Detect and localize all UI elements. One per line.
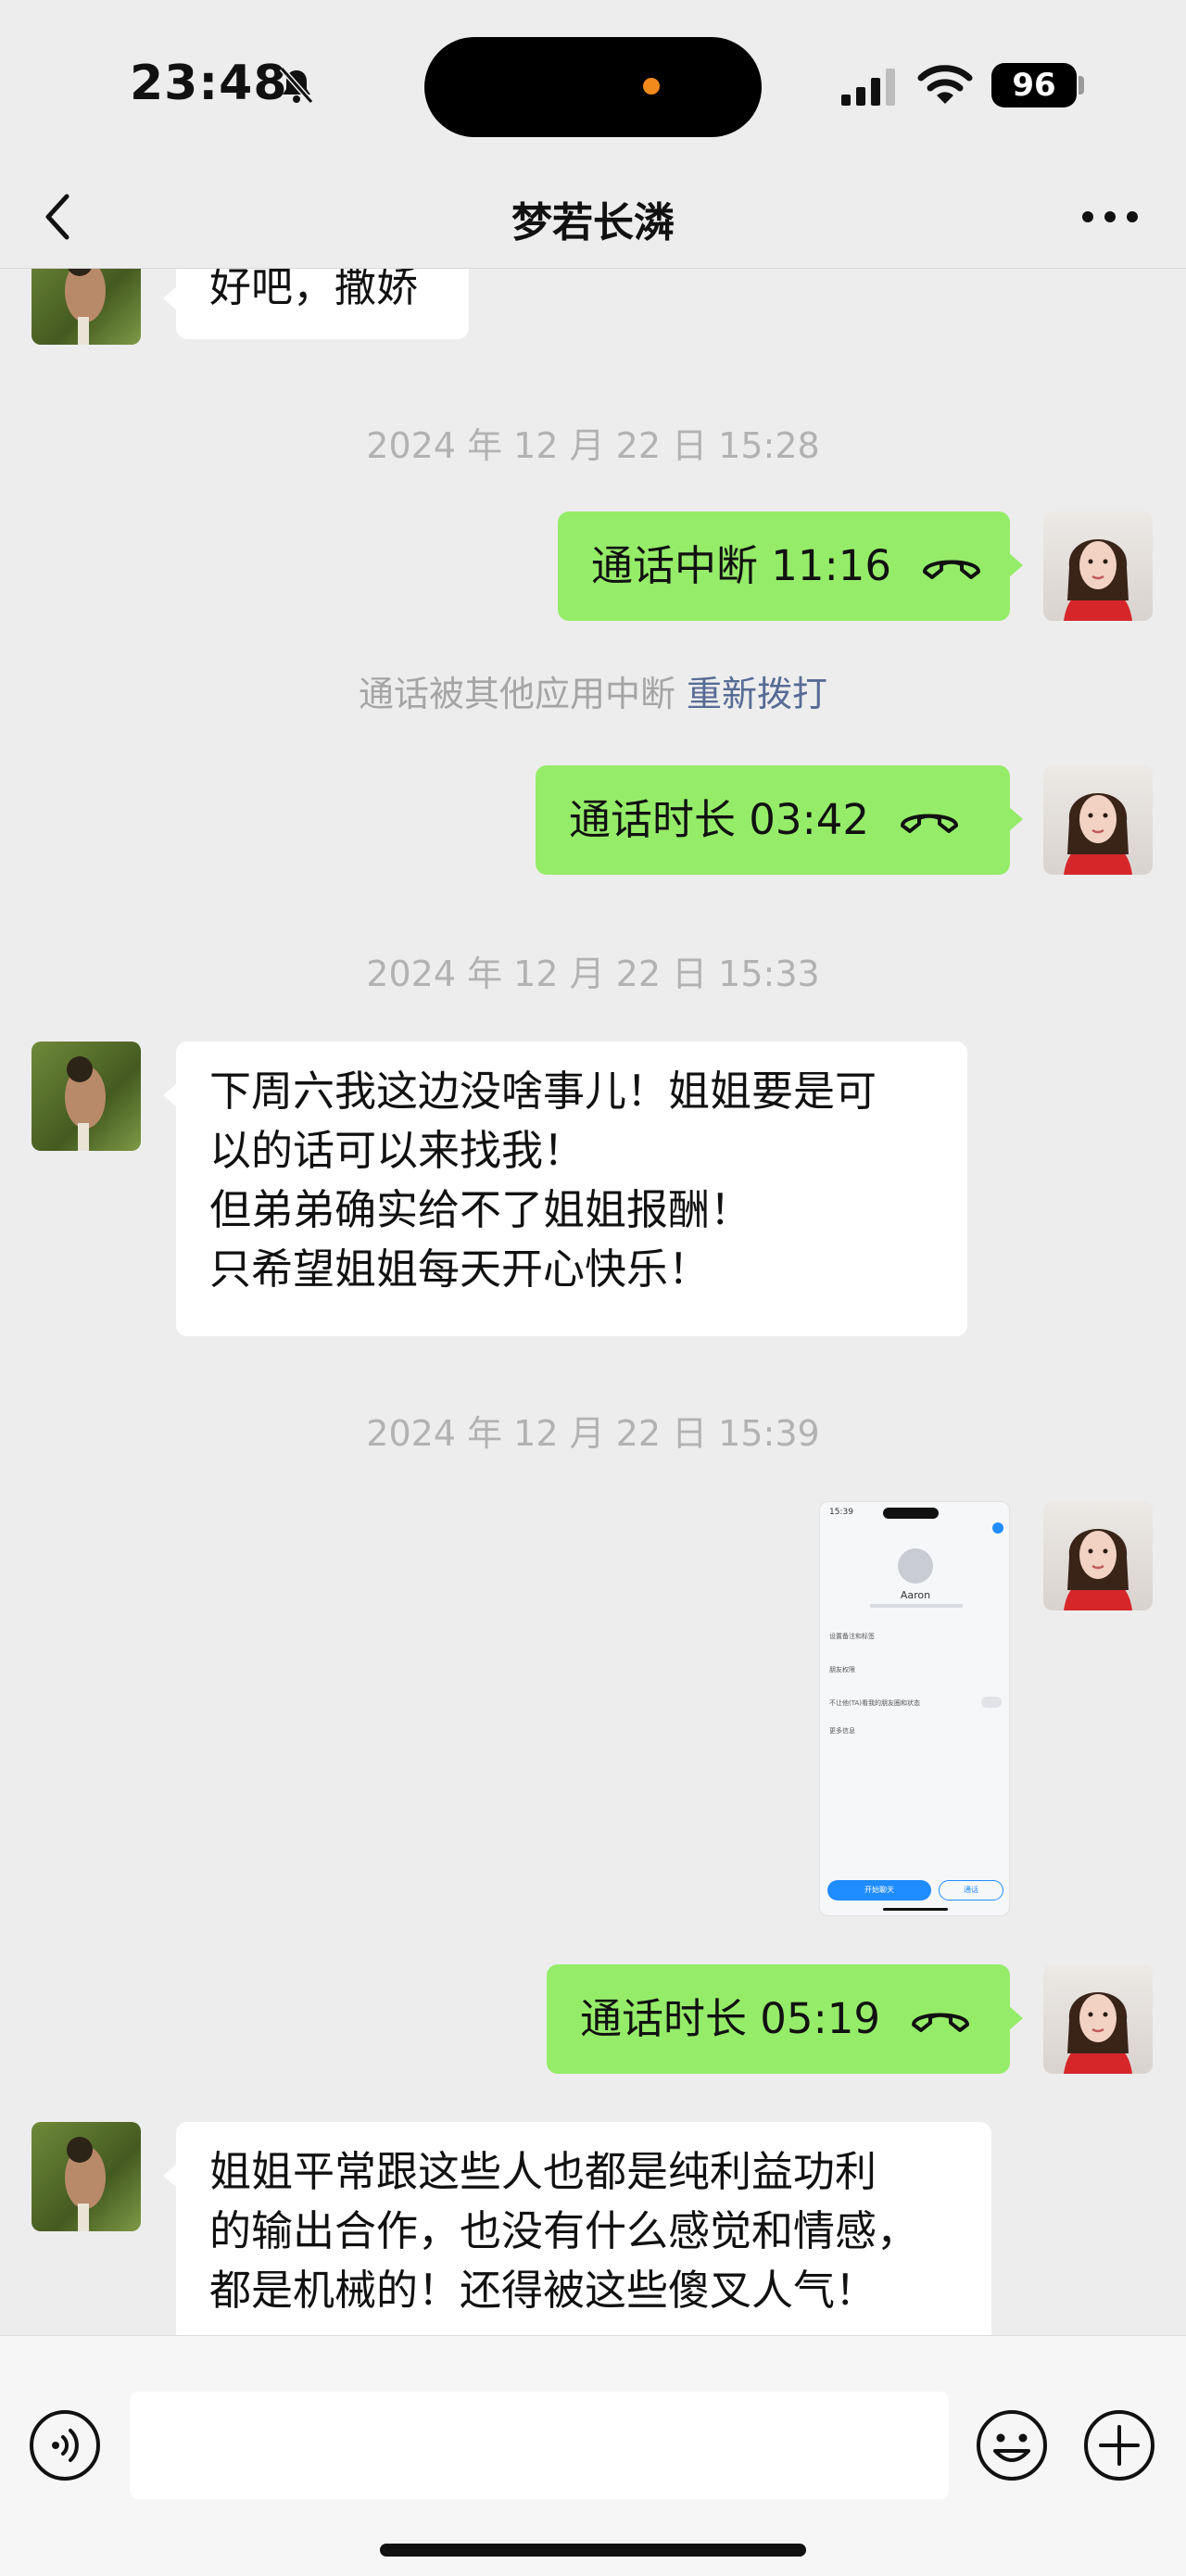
message-line: 但弟弟确实给不了姐姐报酬！: [209, 1185, 752, 1234]
message-line: 都是机械的！还得被这些傻叉人气！: [209, 2266, 877, 2315]
status-bar: 23:48 96: [0, 0, 1186, 167]
thumb-name: Aaron: [900, 1589, 931, 1601]
battery-icon: 96: [991, 63, 1077, 107]
wifi-icon: [917, 65, 973, 104]
thumb-avatar: [898, 1548, 933, 1584]
chat-title: 梦若长潾: [511, 199, 675, 246]
thumb-time: 15:39: [829, 1508, 853, 1517]
status-time: 23:48: [130, 56, 288, 111]
input-bar: [0, 2335, 1186, 2576]
call-record-bubble[interactable]: 通话中断 11:16: [558, 511, 1023, 621]
bell-slash-icon: [279, 67, 314, 104]
message-list[interactable]: 好吧，撒娇 2024 年 12 月 22 日 15:28 通话中断 11:16 …: [0, 269, 1186, 2335]
emoji-icon[interactable]: [975, 2408, 1049, 2482]
avatar-self[interactable]: [1043, 1501, 1153, 1610]
image-message-thumbnail[interactable]: 15:39 Aaron 设置备注和标签 朋友权限 不让他(TA)看我的朋友圈和状…: [819, 1501, 1010, 1916]
phone-hangup-icon: [901, 814, 958, 833]
thumb-secondary-button: 通话: [939, 1880, 1003, 1900]
message-line: 以的话可以来找我！: [209, 1126, 586, 1175]
message-line: 只希望姐姐每天开心快乐！: [209, 1244, 711, 1294]
plus-icon[interactable]: [1082, 2408, 1156, 2482]
call-duration-text: 通话时长 05:19: [580, 1994, 880, 2043]
chevron-left-icon[interactable]: [37, 187, 82, 246]
chat-header: 梦若长潾: [0, 167, 1186, 269]
thumb-row: 朋友权限: [829, 1666, 855, 1673]
message-line: 下周六我这边没啥事儿！姐姐要是可: [209, 1067, 877, 1116]
redial-link[interactable]: 重新拨打: [687, 674, 827, 714]
thumb-row: 不让他(TA)看我的朋友圈和状态: [829, 1699, 920, 1707]
timestamp: 2024 年 12 月 22 日 15:33: [366, 953, 820, 994]
timestamp: 2024 年 12 月 22 日 15:39: [366, 1413, 820, 1454]
avatar-contact[interactable]: [32, 2122, 141, 2231]
message-input[interactable]: [130, 2392, 949, 2499]
message-line: 姐姐平常跟这些人也都是纯利益功利: [209, 2147, 877, 2196]
avatar-self[interactable]: [1043, 1964, 1153, 2074]
call-duration-text: 通话时长 03:42: [569, 795, 869, 844]
thumb-badge: [992, 1522, 1003, 1534]
thumb-row: 更多信息: [829, 1727, 855, 1735]
system-note: 通话被其他应用中断 重新拨打: [0, 665, 1186, 716]
battery-tip: [1079, 76, 1084, 95]
home-indicator[interactable]: [380, 2544, 806, 2557]
thumb-island: [883, 1508, 939, 1519]
system-note-text: 通话被其他应用中断: [358, 674, 675, 714]
more-dots-icon[interactable]: [1077, 198, 1143, 235]
message-bubble-incoming[interactable]: 好吧，撒娇: [163, 269, 469, 339]
avatar-self[interactable]: [1043, 765, 1153, 875]
avatar-contact[interactable]: [32, 1042, 141, 1151]
phone-hangup-icon: [912, 2013, 969, 2032]
message-text: 好吧，撒娇: [209, 269, 419, 311]
timestamp: 2024 年 12 月 22 日 15:28: [366, 425, 820, 466]
message-bubble-incoming[interactable]: 姐姐平常跟这些人也都是纯利益功利 的输出合作，也没有什么感觉和情感， 都是机械的…: [163, 2122, 991, 2335]
call-status-text: 通话中断 11:16: [591, 541, 891, 590]
phone-hangup-icon: [923, 560, 980, 579]
message-line: 的输出合作，也没有什么感觉和情感，: [209, 2206, 919, 2255]
signal-icon: [841, 69, 895, 106]
avatar-contact[interactable]: [32, 269, 141, 345]
thumb-row: 设置备注和标签: [829, 1633, 875, 1640]
call-record-bubble[interactable]: 通话时长 05:19: [547, 1964, 1023, 2074]
thumb-toggle: [981, 1697, 1002, 1708]
recording-indicator: [643, 78, 660, 95]
thumb-id: [870, 1604, 963, 1608]
voice-icon[interactable]: [28, 2408, 102, 2482]
avatar-self[interactable]: [1043, 511, 1153, 621]
thumb-primary-button: 开始聊天: [827, 1880, 931, 1900]
dynamic-island: [424, 37, 762, 137]
message-bubble-incoming[interactable]: 下周六我这边没啥事儿！姐姐要是可 以的话可以来找我！ 但弟弟确实给不了姐姐报酬！…: [163, 1042, 967, 1336]
call-record-bubble[interactable]: 通话时长 03:42: [536, 765, 1023, 875]
thumb-home-indicator: [883, 1908, 948, 1911]
